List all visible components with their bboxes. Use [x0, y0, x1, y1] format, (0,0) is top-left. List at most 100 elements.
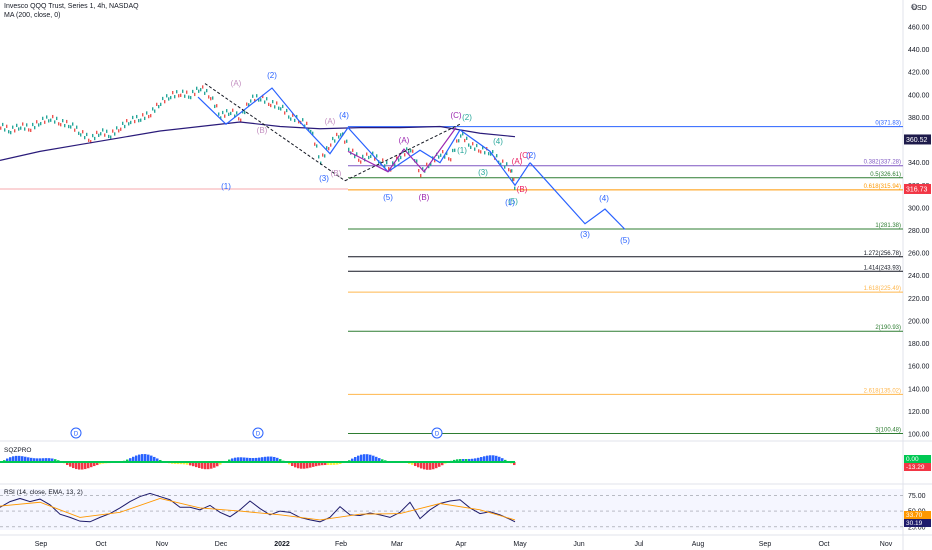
candle	[496, 154, 498, 158]
wave-label: (4)	[599, 194, 609, 203]
candle	[484, 151, 486, 155]
time-tick-label: Jun	[573, 541, 584, 548]
wave-label: (B)	[331, 169, 342, 178]
price-tick-label: 260.00	[908, 251, 930, 258]
candle	[348, 147, 350, 152]
candle	[158, 105, 160, 109]
candle	[244, 110, 246, 115]
chart-canvas[interactable]: 460.00440.00420.00400.00380.00360.00340.…	[0, 0, 932, 550]
fib-level-label: 1(281.38)	[875, 223, 901, 229]
candle	[88, 138, 90, 142]
candle	[148, 114, 150, 119]
time-tick-label: Nov	[880, 541, 893, 548]
candle	[282, 104, 284, 109]
background	[0, 0, 932, 550]
chart-stage[interactable]: 460.00440.00420.00400.00380.00360.00340.…	[0, 0, 932, 550]
candle	[66, 119, 68, 124]
candle	[40, 121, 42, 126]
candle	[54, 120, 56, 124]
candle	[128, 122, 130, 126]
candle	[120, 127, 122, 131]
candle	[10, 131, 12, 135]
candle	[142, 113, 144, 117]
sqzpro-bar	[210, 462, 213, 469]
candle	[470, 145, 472, 149]
wave-label: (B)	[419, 193, 430, 202]
candle	[110, 135, 112, 139]
candle	[74, 128, 76, 132]
candle	[246, 102, 248, 106]
sqzpro-bar	[369, 454, 372, 462]
candle	[426, 162, 428, 166]
price-badge-label: 360.52	[906, 137, 928, 144]
candle	[230, 111, 232, 116]
candle	[34, 126, 36, 130]
candle	[318, 155, 320, 159]
candle	[212, 96, 214, 100]
candle	[184, 94, 186, 98]
wave-label: (A)	[231, 79, 242, 88]
candle	[406, 147, 408, 151]
rsi-tick-label: 75.00	[908, 493, 926, 500]
candle	[464, 138, 466, 143]
time-tick-label: Aug	[692, 541, 705, 548]
sqzpro-bar	[489, 455, 492, 462]
candle	[290, 117, 292, 121]
sqzpro-bar	[363, 454, 366, 462]
fib-level-label: 2(190.93)	[875, 325, 901, 331]
candle	[136, 114, 138, 119]
candle	[252, 94, 254, 98]
candle	[134, 119, 136, 124]
time-tick-label: Dec	[215, 541, 228, 548]
candle	[204, 91, 206, 95]
candle	[188, 95, 190, 99]
price-tick-label: 140.00	[908, 386, 930, 393]
price-tick-label: 300.00	[908, 205, 930, 212]
candle	[84, 135, 86, 140]
candle	[182, 89, 184, 93]
candle	[302, 118, 304, 122]
candle	[280, 107, 282, 111]
candle	[224, 114, 226, 118]
fib-level-label: 3(100.48)	[875, 427, 901, 433]
candle	[76, 125, 78, 129]
candle	[454, 148, 456, 152]
sqzpro-bar	[147, 454, 150, 462]
price-tick-label: 160.00	[908, 364, 930, 371]
candle	[506, 162, 508, 166]
wave-label: (2)	[267, 71, 277, 80]
wave-label: (1)	[457, 146, 467, 155]
candle	[232, 108, 234, 112]
sqzpro-bar	[426, 462, 429, 470]
candle	[36, 120, 38, 124]
candle	[346, 139, 348, 143]
price-tick-label: 460.00	[908, 25, 930, 32]
time-tick-label: Nov	[156, 541, 169, 548]
candle	[442, 150, 444, 154]
candle	[140, 118, 142, 122]
wave-label: (2)	[526, 151, 536, 160]
candle	[46, 115, 48, 119]
candle	[18, 127, 20, 131]
candle	[92, 133, 94, 138]
candle	[456, 139, 458, 143]
candle	[314, 142, 316, 146]
fib-level-label: 1.414(243.93)	[864, 265, 901, 271]
candle	[513, 177, 515, 182]
wave-label: (C)	[450, 111, 461, 120]
candle	[70, 125, 72, 129]
candle	[210, 97, 212, 101]
candle	[440, 153, 442, 157]
wave-label: (A)	[325, 117, 336, 126]
candle	[508, 168, 510, 172]
candle	[360, 160, 362, 164]
candle	[466, 136, 468, 140]
wave-label: (1)	[221, 182, 231, 191]
candle	[472, 142, 474, 146]
sqzpro-bar	[78, 462, 81, 470]
candle	[382, 158, 384, 162]
sqzpro-bar	[360, 454, 363, 462]
candle	[50, 118, 52, 122]
dividend-marker-label: D	[435, 432, 440, 438]
candle	[194, 92, 196, 97]
